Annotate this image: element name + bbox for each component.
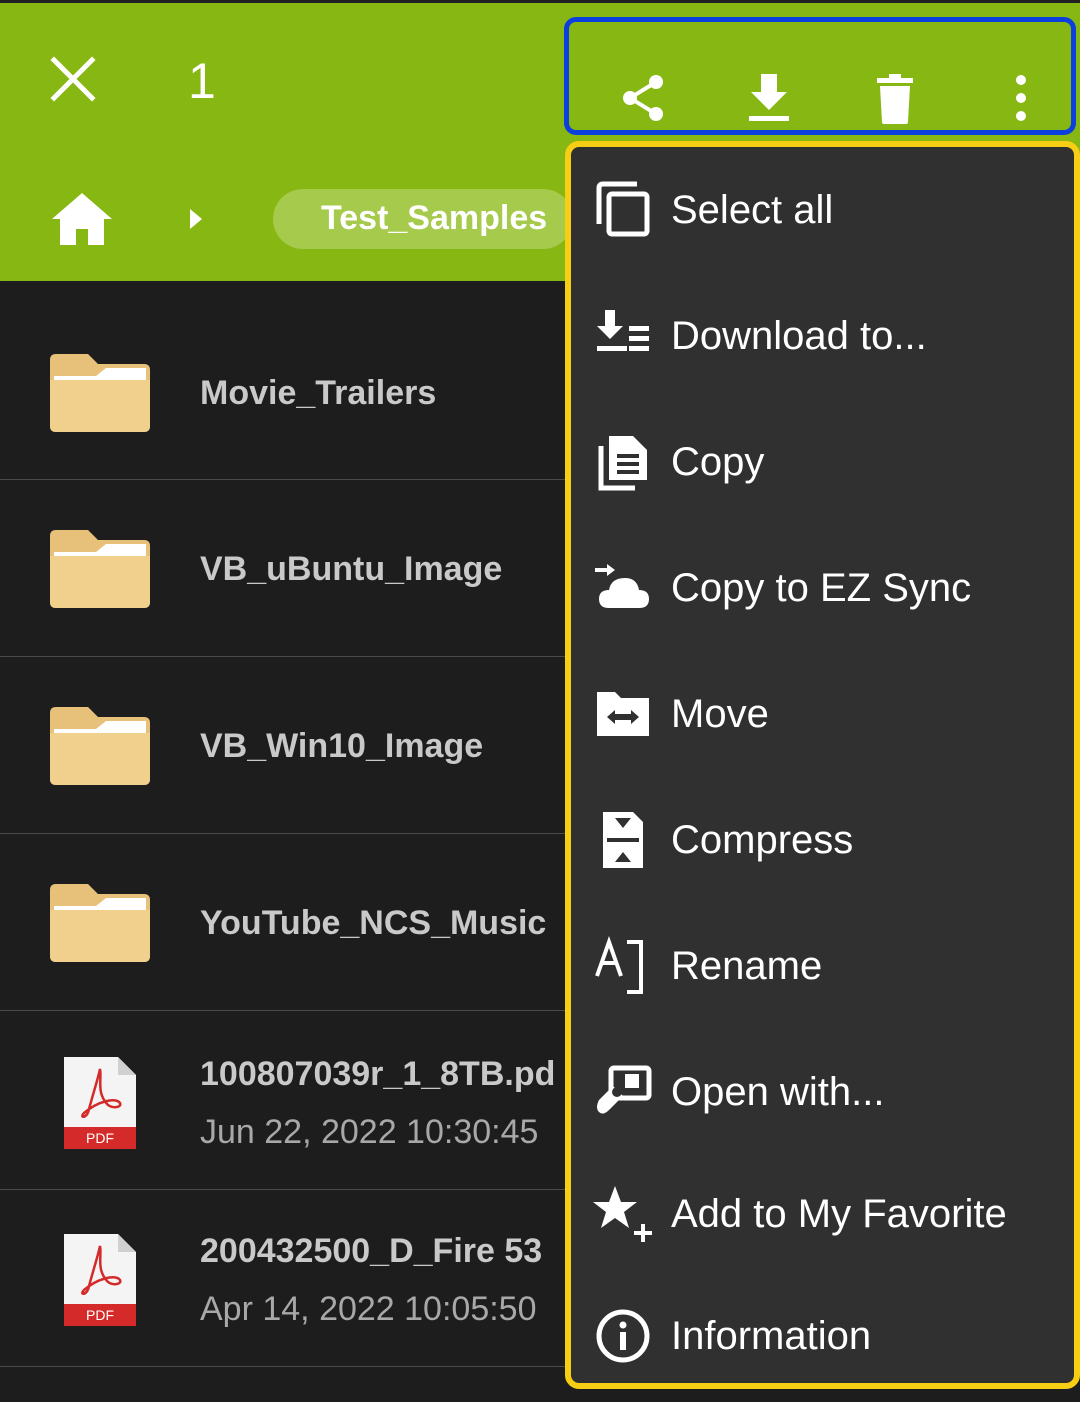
info-icon [596, 1309, 650, 1363]
pdf-badge: PDF [86, 1307, 114, 1323]
menu-item-rename[interactable]: Rename [571, 905, 1074, 1031]
pdf-file-icon: PDF [64, 1057, 136, 1149]
file-name: Movie_Trailers [200, 374, 437, 412]
select-all-icon [596, 181, 650, 237]
copy-icon [598, 436, 647, 491]
share-icon[interactable] [616, 70, 672, 126]
favorite-add-icon [593, 1186, 652, 1242]
menu-item-label: Rename [671, 944, 823, 988]
pdf-file-icon: PDF [64, 1234, 136, 1326]
chevron-right-icon [190, 209, 202, 229]
menu-item-label: Select all [671, 188, 834, 232]
download-to-icon [597, 310, 649, 351]
pdf-badge: PDF [86, 1130, 114, 1146]
close-icon[interactable] [44, 50, 102, 108]
file-name: VB_uBuntu_Image [200, 550, 503, 588]
file-name: 100807039r_1_8TB.pd [200, 1055, 556, 1093]
menu-item-label: Add to My Favorite [671, 1192, 1007, 1236]
menu-item-label: Move [671, 692, 769, 736]
delete-icon[interactable] [867, 70, 923, 126]
compress-icon [603, 812, 643, 868]
folder-icon [50, 354, 150, 432]
more-vert-icon[interactable] [993, 70, 1049, 126]
menu-item-label: Compress [671, 818, 854, 862]
menu-item-select-all[interactable]: Select all [571, 149, 1074, 275]
menu-item-add-to-favorite[interactable]: Add to My Favorite [571, 1153, 1074, 1279]
folder-icon [50, 884, 150, 962]
selection-count: 1 [188, 53, 216, 109]
file-name: YouTube_NCS_Music [200, 904, 547, 942]
file-date: Jun 22, 2022 10:30:45 [200, 1113, 539, 1151]
menu-item-information[interactable]: Information [571, 1275, 1074, 1401]
cloud-sync-icon [595, 564, 649, 608]
menu-item-move[interactable]: Move [571, 653, 1074, 779]
home-icon[interactable] [50, 191, 114, 247]
folder-icon [50, 707, 150, 785]
menu-item-label: Copy to EZ Sync [671, 566, 972, 610]
breadcrumb-label: Test_Samples [321, 199, 548, 237]
menu-item-copy-to-ez-sync[interactable]: Copy to EZ Sync [571, 527, 1074, 653]
menu-item-label: Information [671, 1314, 872, 1358]
selection-actions-toolbar [564, 17, 1076, 135]
download-icon[interactable] [741, 70, 797, 126]
breadcrumb-current-folder[interactable]: Test_Samples [273, 189, 573, 249]
menu-item-copy[interactable]: Copy [571, 401, 1074, 527]
file-date: Apr 14, 2022 10:05:50 [200, 1290, 537, 1328]
menu-item-label: Open with... [671, 1070, 885, 1114]
overflow-menu: Select all Download to... Copy Copy to E… [565, 141, 1080, 1389]
menu-item-compress[interactable]: Compress [571, 779, 1074, 905]
move-icon [597, 692, 649, 736]
rename-icon [595, 936, 643, 994]
open-with-icon [597, 1065, 652, 1114]
menu-item-download-to[interactable]: Download to... [571, 275, 1074, 401]
file-name: 200432500_D_Fire 53 [200, 1232, 543, 1270]
menu-item-label: Download to... [671, 314, 927, 358]
menu-item-open-with[interactable]: Open with... [571, 1031, 1074, 1157]
menu-item-label: Copy [671, 440, 765, 484]
file-name: VB_Win10_Image [200, 727, 484, 765]
folder-icon [50, 530, 150, 608]
